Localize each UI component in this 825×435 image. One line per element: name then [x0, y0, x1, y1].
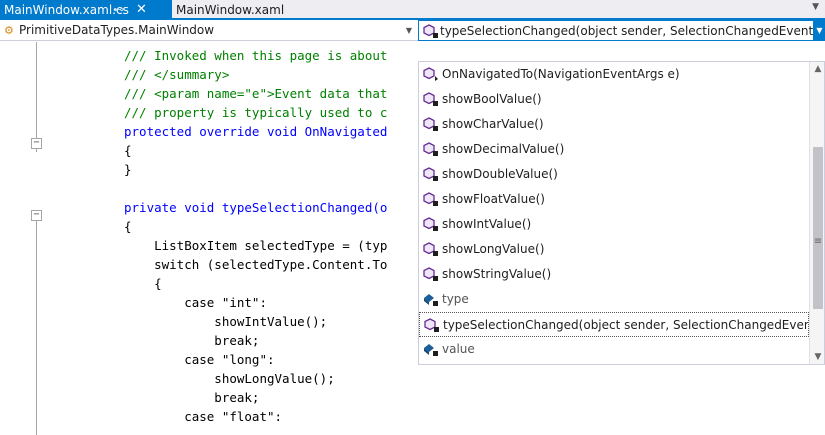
code-line: } [124, 162, 132, 177]
code-line: ListBoxItem selectedType = (typ [124, 238, 388, 253]
document-tab-strip: MainWindow.xaml.cs ⊷ ✕ MainWindow.xaml ▼ [0, 0, 825, 20]
pin-icon[interactable]: ⊷ [113, 0, 124, 20]
collapse-icon[interactable]: − [31, 210, 42, 221]
member-item-typeselectionchanged[interactable]: typeSelectionChanged(object sender, Sele… [419, 312, 809, 337]
member-item-showstringvalue[interactable]: showStringValue() [419, 262, 809, 287]
field-icon [424, 344, 438, 356]
member-combo-value: typeSelectionChanged(object sender, Sele… [440, 24, 814, 38]
dropdown-scrollbar[interactable]: ▲ ≡ ▼ [809, 62, 824, 364]
member-item-label: showFloatValue() [442, 192, 545, 206]
code-line: private void typeSelectionChanged(o [124, 200, 388, 215]
member-item-showfloatvalue[interactable]: showFloatValue() [419, 187, 809, 212]
class-combo[interactable]: ⚙ PrimitiveDataTypes.MainWindow ▼ [2, 21, 414, 40]
tab-label: MainWindow.xaml [176, 3, 285, 17]
code-line: case "long": [124, 352, 275, 367]
member-item-label: showCharValue() [442, 117, 544, 131]
member-item-showintvalue[interactable]: showIntValue() [419, 212, 809, 237]
member-item-showcharvalue[interactable]: showCharValue() [419, 112, 809, 137]
member-item-showboolvalue[interactable]: showBoolValue() [419, 87, 809, 112]
method-icon [424, 318, 439, 332]
scrollbar-thumb[interactable] [813, 147, 823, 309]
member-item-label: showStringValue() [442, 267, 552, 281]
code-line: break; [124, 390, 260, 405]
member-dropdown-list: OnNavigatedTo(NavigationEventArgs e) sho… [418, 61, 825, 365]
method-icon [423, 142, 438, 156]
code-line: break; [124, 333, 260, 348]
code-line: showIntValue(); [124, 314, 328, 329]
navigation-bar: ⚙ PrimitiveDataTypes.MainWindow ▼ typeSe… [0, 20, 825, 41]
outline-line [36, 215, 37, 435]
member-item-label: showBoolValue() [442, 92, 542, 106]
code-line: /// property is typically used to c [124, 105, 388, 120]
tab-mainwindow-xaml[interactable]: MainWindow.xaml [172, 0, 312, 20]
code-line: switch (selectedType.Content.To [124, 257, 388, 272]
code-line: /// Invoked when this page is about [124, 48, 388, 63]
code-line: case "float": [124, 409, 283, 424]
member-item-value-field[interactable]: value [419, 337, 809, 362]
method-icon [423, 267, 438, 281]
member-item-showlongvalue[interactable]: showLongValue() [419, 237, 809, 262]
member-item-label: showIntValue() [442, 217, 532, 231]
member-item-label: showDoubleValue() [442, 167, 558, 181]
method-icon [423, 242, 438, 256]
member-item-type-field[interactable]: type [419, 287, 809, 312]
collapse-icon[interactable]: − [31, 138, 42, 149]
member-item-showdoublevalue[interactable]: showDoubleValue() [419, 162, 809, 187]
code-line: showLongValue(); [124, 371, 335, 386]
method-icon [423, 217, 438, 231]
method-icon [423, 92, 438, 106]
code-line: /// </summary> [124, 67, 230, 82]
member-item-label: showLongValue() [442, 242, 545, 256]
code-line: /// <param name="e">Event data that [124, 86, 388, 101]
class-combo-value: PrimitiveDataTypes.MainWindow [19, 23, 215, 37]
member-item-label: typeSelectionChanged(object sender, Sele… [443, 318, 808, 332]
protected-method-icon [423, 67, 438, 81]
member-dropdown-chevron-icon[interactable]: ▼ [814, 20, 825, 41]
method-icon [423, 117, 438, 131]
member-item-label: value [442, 342, 475, 356]
method-icon [423, 192, 438, 206]
close-icon[interactable]: ✕ [136, 0, 147, 20]
member-item-label: OnNavigatedTo(NavigationEventArgs e) [442, 67, 680, 81]
method-icon [423, 24, 438, 38]
grip-icon: ≡ [813, 236, 823, 247]
field-icon [424, 294, 438, 306]
code-line: { [124, 276, 162, 291]
scroll-up-arrow-icon[interactable]: ▲ [810, 64, 824, 74]
code-line: { [124, 219, 132, 234]
code-line: case "int": [124, 295, 267, 310]
class-icon: ⚙ [4, 24, 14, 37]
member-item-showdecimalvalue[interactable]: showDecimalValue() [419, 137, 809, 162]
member-combo[interactable]: typeSelectionChanged(object sender, Sele… [418, 20, 814, 41]
code-line: protected override void OnNavigated [124, 124, 388, 139]
member-item-label: showDecimalValue() [442, 142, 565, 156]
tab-label: MainWindow.xaml.cs [4, 3, 129, 17]
method-icon [423, 167, 438, 181]
code-line: { [124, 143, 132, 158]
chevron-down-icon[interactable]: ▼ [406, 21, 412, 40]
tab-mainwindow-xaml-cs[interactable]: MainWindow.xaml.cs ⊷ ✕ [0, 0, 172, 20]
tab-overflow-chevron-icon[interactable]: ▼ [812, 2, 819, 12]
scroll-down-arrow-icon[interactable]: ▼ [810, 352, 824, 362]
member-item-label: type [442, 292, 469, 306]
outline-line [36, 42, 37, 152]
member-item-onnavigatedto[interactable]: OnNavigatedTo(NavigationEventArgs e) [419, 62, 809, 87]
